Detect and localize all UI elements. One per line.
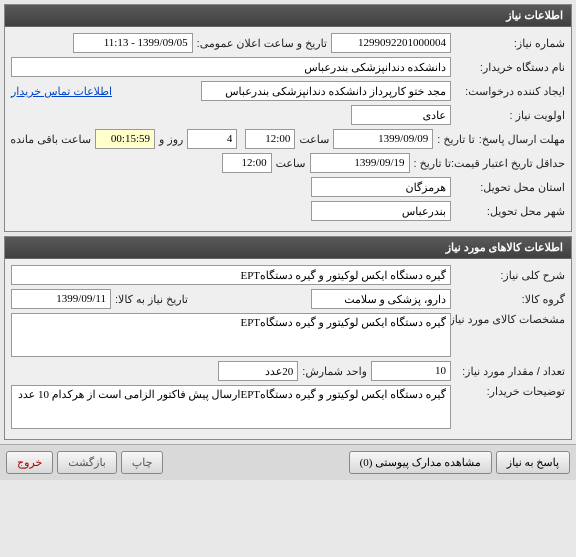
input-priority[interactable] bbox=[351, 105, 451, 125]
row-spec: مشخصات کالای مورد نیاز: bbox=[11, 313, 565, 357]
respond-button[interactable]: پاسخ به نیاز bbox=[496, 451, 570, 474]
row-desc: شرح کلی نیاز: bbox=[11, 265, 565, 285]
link-contact[interactable]: اطلاعات تماس خریدار bbox=[11, 85, 112, 98]
input-province[interactable] bbox=[311, 177, 451, 197]
row-group: گروه کالا: تاریخ نیاز به کالا: bbox=[11, 289, 565, 309]
row-qty: تعداد / مقدار مورد نیاز: واحد شمارش: bbox=[11, 361, 565, 381]
label-until: تا تاریخ : bbox=[437, 133, 474, 146]
label-deadline: مهلت ارسال پاسخ: bbox=[479, 133, 565, 146]
label-buyer: نام دستگاه خریدار: bbox=[455, 61, 565, 74]
label-valid: حداقل تاریخ اعتبار قیمت: bbox=[455, 157, 565, 170]
row-notes: توضیحات خریدار: bbox=[11, 385, 565, 429]
row-deadline: مهلت ارسال پاسخ: تا تاریخ : ساعت روز و س… bbox=[11, 129, 565, 149]
panel2-body: شرح کلی نیاز: گروه کالا: تاریخ نیاز به ک… bbox=[5, 259, 571, 439]
row-valid: حداقل تاریخ اعتبار قیمت: تا تاریخ : ساعت bbox=[11, 153, 565, 173]
row-requester: ایجاد کننده درخواست: اطلاعات تماس خریدار bbox=[11, 81, 565, 101]
label-desc: شرح کلی نیاز: bbox=[455, 269, 565, 282]
input-deadline-time[interactable] bbox=[245, 129, 295, 149]
input-need-date[interactable] bbox=[11, 289, 111, 309]
input-countdown bbox=[95, 129, 155, 149]
input-unit[interactable] bbox=[218, 361, 298, 381]
label-group: گروه کالا: bbox=[455, 293, 565, 306]
input-city[interactable] bbox=[311, 201, 451, 221]
label-announce: تاریخ و ساعت اعلان عمومی: bbox=[197, 37, 327, 50]
label-province: استان محل تحویل: bbox=[455, 181, 565, 194]
input-days[interactable] bbox=[187, 129, 237, 149]
label-qty: تعداد / مقدار مورد نیاز: bbox=[455, 365, 565, 378]
input-announce[interactable] bbox=[73, 33, 193, 53]
panel1-body: شماره نیاز: تاریخ و ساعت اعلان عمومی: نا… bbox=[5, 27, 571, 231]
panel-goods-info: اطلاعات کالاهای مورد نیاز شرح کلی نیاز: … bbox=[4, 236, 572, 440]
input-qty[interactable] bbox=[371, 361, 451, 381]
input-valid-date[interactable] bbox=[310, 153, 410, 173]
row-priority: اولویت نیاز : bbox=[11, 105, 565, 125]
label-priority: اولویت نیاز : bbox=[455, 109, 565, 122]
input-spec[interactable] bbox=[11, 313, 451, 357]
label-time1: ساعت bbox=[299, 133, 329, 146]
row-city: شهر محل تحویل: bbox=[11, 201, 565, 221]
button-bar: پاسخ به نیاز مشاهده مدارک پیوستی (0) چاپ… bbox=[0, 444, 576, 480]
label-days: روز و bbox=[159, 133, 183, 146]
label-need-date: تاریخ نیاز به کالا: bbox=[115, 293, 188, 306]
input-desc[interactable] bbox=[11, 265, 451, 285]
input-buyer[interactable] bbox=[11, 57, 451, 77]
label-time2: ساعت bbox=[276, 157, 306, 170]
label-remaining: ساعت باقی مانده bbox=[10, 133, 91, 146]
row-buyer: نام دستگاه خریدار: bbox=[11, 57, 565, 77]
row-reqno: شماره نیاز: تاریخ و ساعت اعلان عمومی: bbox=[11, 33, 565, 53]
exit-button[interactable]: خروج bbox=[6, 451, 53, 474]
label-requester: ایجاد کننده درخواست: bbox=[455, 85, 565, 98]
input-deadline-date[interactable] bbox=[333, 129, 433, 149]
label-notes: توضیحات خریدار: bbox=[455, 385, 565, 398]
label-unit: واحد شمارش: bbox=[302, 365, 367, 378]
panel1-header: اطلاعات نیاز bbox=[5, 5, 571, 27]
label-reqno: شماره نیاز: bbox=[455, 37, 565, 50]
print-button[interactable]: چاپ bbox=[121, 451, 164, 474]
label-spec: مشخصات کالای مورد نیاز: bbox=[455, 313, 565, 326]
input-requester[interactable] bbox=[201, 81, 451, 101]
label-valid-until: تا تاریخ : bbox=[414, 157, 451, 170]
input-reqno[interactable] bbox=[331, 33, 451, 53]
row-province: استان محل تحویل: bbox=[11, 177, 565, 197]
input-valid-time[interactable] bbox=[222, 153, 272, 173]
back-button[interactable]: بازگشت bbox=[57, 451, 117, 474]
label-city: شهر محل تحویل: bbox=[455, 205, 565, 218]
panel2-header: اطلاعات کالاهای مورد نیاز bbox=[5, 237, 571, 259]
attachments-button[interactable]: مشاهده مدارک پیوستی (0) bbox=[349, 451, 492, 474]
panel-request-info: اطلاعات نیاز شماره نیاز: تاریخ و ساعت اع… bbox=[4, 4, 572, 232]
input-notes[interactable] bbox=[11, 385, 451, 429]
input-group[interactable] bbox=[311, 289, 451, 309]
